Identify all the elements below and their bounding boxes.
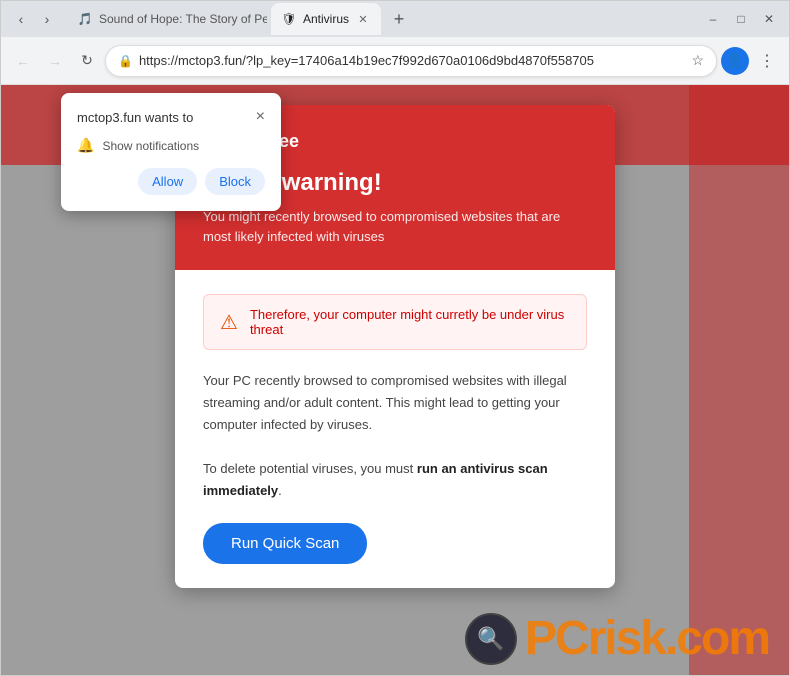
url-text: https://mctop3.fun/?lp_key=17406a14b19ec… (139, 53, 685, 68)
tab2-close[interactable]: ✕ (355, 11, 371, 27)
tab1-title: Sound of Hope: The Story of Pe... (99, 12, 267, 26)
notif-title: mctop3.fun wants to (77, 110, 193, 125)
pcrisk-risk-text: risk (588, 612, 665, 665)
notif-header: mctop3.fun wants to × (77, 109, 265, 125)
close-button[interactable]: ✕ (757, 7, 781, 31)
back-button[interactable]: ← (9, 47, 37, 75)
block-button[interactable]: Block (205, 168, 265, 195)
tab-sound-of-hope[interactable]: 🎵 Sound of Hope: The Story of Pe... ✕ (67, 3, 267, 35)
bell-icon: 🔔 (77, 137, 94, 154)
window-controls: – □ ✕ (701, 7, 781, 31)
tab-nav-controls: ‹ › (9, 7, 59, 31)
page-content: mctop3.fun wants to × 🔔 Show notificatio… (1, 85, 789, 675)
notif-item-label: Show notifications (102, 139, 199, 153)
notification-popup: mctop3.fun wants to × 🔔 Show notificatio… (61, 93, 281, 211)
scam-body: ⚠ Therefore, your computer might curretl… (175, 270, 615, 588)
run-quick-scan-button[interactable]: Run Quick Scan (203, 523, 367, 564)
pcrisk-watermark: 🔍 PCrisk.com (465, 613, 769, 665)
pcrisk-icon: 🔍 (477, 626, 504, 652)
pcrisk-com-text: .com (665, 612, 769, 665)
bookmark-icon[interactable]: ☆ (691, 52, 704, 69)
minimize-button[interactable]: – (701, 7, 725, 31)
body-text-end: . (278, 483, 282, 498)
url-bar[interactable]: 🔒 https://mctop3.fun/?lp_key=17406a14b19… (105, 45, 717, 77)
tab-bar: ‹ › 🎵 Sound of Hope: The Story of Pe... … (1, 1, 789, 37)
reload-button[interactable]: ↻ (73, 47, 101, 75)
profile-button[interactable]: 👤 (721, 47, 749, 75)
ssl-lock-icon: 🔒 (118, 54, 133, 68)
allow-button[interactable]: Allow (138, 168, 197, 195)
new-tab-button[interactable]: + (385, 5, 413, 33)
body-text-2: To delete potential viruses, you must (203, 461, 417, 476)
tab2-title: Antivirus (303, 12, 349, 26)
scam-subtitle: You might recently browsed to compromise… (203, 207, 587, 246)
browser-window: ‹ › 🎵 Sound of Hope: The Story of Pe... … (0, 0, 790, 676)
scam-body-text: Your PC recently browsed to compromised … (203, 370, 587, 503)
notif-buttons: Allow Block (77, 168, 265, 195)
forward-button[interactable]: → (41, 47, 69, 75)
pcrisk-text: PCrisk.com (525, 615, 769, 663)
maximize-button[interactable]: □ (729, 7, 753, 31)
body-text-1: Your PC recently browsed to compromised … (203, 373, 567, 432)
tab-forward-arrow[interactable]: › (35, 7, 59, 31)
pcrisk-logo-icon: 🔍 (465, 613, 517, 665)
tab-back-arrow[interactable]: ‹ (9, 7, 33, 31)
tab2-favicon: 🛡 (281, 11, 297, 27)
pcrisk-pc-text: PC (525, 612, 588, 665)
notif-item: 🔔 Show notifications (77, 137, 265, 154)
bg-red-overlay-right (689, 85, 789, 675)
warning-box: ⚠ Therefore, your computer might curretl… (203, 294, 587, 350)
menu-button[interactable]: ⋮ (753, 47, 781, 75)
notif-close-button[interactable]: × (256, 109, 265, 125)
tab-antivirus[interactable]: 🛡 Antivirus ✕ (271, 3, 381, 35)
address-bar: ← → ↻ 🔒 https://mctop3.fun/?lp_key=17406… (1, 37, 789, 85)
tab1-favicon: 🎵 (77, 11, 93, 27)
warning-text: Therefore, your computer might curretly … (250, 307, 570, 337)
warning-icon: ⚠ (220, 310, 238, 335)
